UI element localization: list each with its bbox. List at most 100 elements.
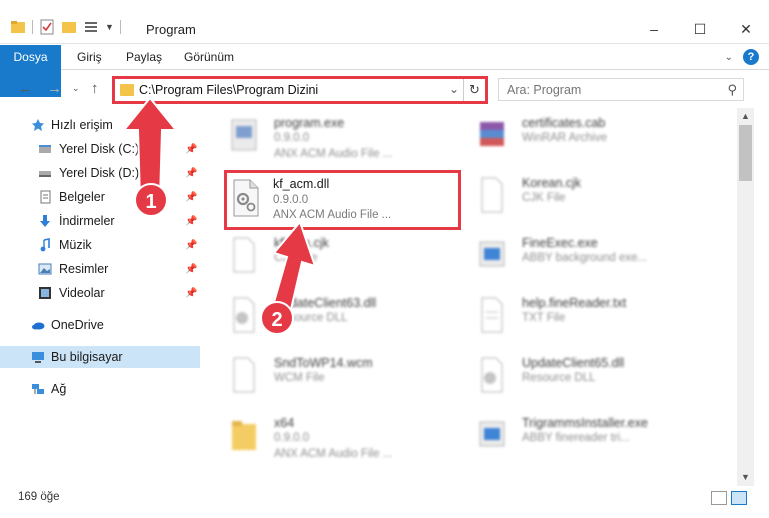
recent-locations-icon[interactable]: ⌄ <box>72 83 80 94</box>
sidebar-item-hizli-erisim[interactable]: Hızlı erişim <box>0 114 200 136</box>
scroll-down-icon[interactable]: ▼ <box>737 469 754 486</box>
star-icon <box>32 119 44 131</box>
drive-icon <box>39 171 51 177</box>
address-path[interactable]: C:\Program Files\Program Dizini <box>139 83 318 97</box>
window-controls: – ☐ ✕ <box>631 14 769 44</box>
expand-ribbon-icon[interactable]: ⌄ <box>725 52 733 63</box>
details-view-icon[interactable] <box>711 491 727 505</box>
executable-icon <box>479 241 505 267</box>
file-name: x64 <box>274 416 295 430</box>
item-count: 169 öğe <box>18 491 60 503</box>
file-item[interactable]: help.fineReader.txt TXT File <box>454 288 694 340</box>
folder-icon <box>120 84 134 96</box>
search-input[interactable] <box>499 79 709 100</box>
properties-icon[interactable] <box>39 19 55 35</box>
separator <box>119 20 121 34</box>
step-marker-2: 2 <box>260 301 294 335</box>
sidebar-item-yerel-disk-c[interactable]: Yerel Disk (C:) 📌 <box>0 138 200 160</box>
step-marker-1: 1 <box>134 183 168 217</box>
tab-giris[interactable]: Giriş <box>77 45 102 70</box>
chevron-down-icon[interactable]: ⌄ <box>449 82 459 96</box>
new-folder-icon[interactable] <box>61 19 77 35</box>
file-item[interactable]: UpdateClient63.dll Resource DLL <box>206 288 446 340</box>
pin-icon[interactable]: 📌 <box>185 168 197 179</box>
file-item[interactable]: TrigrammsInstaller.exe ABBY finereader t… <box>454 408 694 460</box>
file-description: ANX ACM Audio File ... <box>273 209 392 221</box>
file-type: CJK File <box>522 192 566 204</box>
back-arrow-icon[interactable]: ← <box>18 80 33 97</box>
pin-icon[interactable]: 📌 <box>185 264 197 275</box>
file-name: certificates.cab <box>522 116 606 130</box>
up-arrow-icon[interactable]: ↑ <box>91 80 99 97</box>
text-file-icon <box>481 297 503 333</box>
close-button[interactable]: ✕ <box>723 14 769 44</box>
file-version: 0.9.0.0 <box>273 194 309 206</box>
minimize-button[interactable]: – <box>631 14 677 44</box>
status-bar: 169 öğe <box>0 486 769 510</box>
sidebar-item-ag[interactable]: Ağ <box>0 378 200 400</box>
scroll-up-icon[interactable]: ▲ <box>737 108 754 125</box>
network-icon <box>32 384 44 394</box>
pin-icon[interactable]: 📌 <box>185 144 197 155</box>
executable-icon <box>479 421 505 447</box>
drive-icon <box>39 145 51 153</box>
search-icon[interactable]: ⚲ <box>727 82 737 98</box>
sidebar-item-label: Bu bilgisayar <box>51 350 123 364</box>
tab-paylas[interactable]: Paylaş <box>126 45 162 70</box>
help-button[interactable]: ? <box>743 49 759 65</box>
file-type: Resource DLL <box>522 372 596 384</box>
folder-icon <box>232 421 256 450</box>
navigation-bar: ← → ⌄ ↑ C:\Program Files\Program Dizini … <box>0 72 769 106</box>
sidebar-item-belgeler[interactable]: Belgeler 📌 <box>0 186 200 208</box>
scroll-thumb[interactable] <box>739 125 752 181</box>
sidebar-item-bu-bilgisayar[interactable]: Bu bilgisayar <box>0 346 200 368</box>
file-item[interactable]: FineExec.exe ABBY background exe... <box>454 228 694 280</box>
navigation-pane: Hızlı erişim Yerel Disk (C:) 📌 Yerel Dis… <box>0 108 200 483</box>
dll-icon <box>233 297 255 333</box>
customize-toolbar-icon[interactable] <box>83 19 99 35</box>
tab-gorunum[interactable]: Görünüm <box>184 45 234 70</box>
sidebar-item-videolar[interactable]: Videolar 📌 <box>0 282 200 304</box>
address-bar[interactable]: C:\Program Files\Program Dizini ⌄ ↻ <box>112 76 488 104</box>
file-name: SndToWP14.wcm <box>274 356 373 370</box>
maximize-button[interactable]: ☐ <box>677 14 723 44</box>
sidebar-item-yerel-disk-d[interactable]: Yerel Disk (D:) 📌 <box>0 162 200 184</box>
file-item[interactable]: UpdateClient65.dll Resource DLL <box>454 348 694 400</box>
file-item[interactable]: SndToWP14.wcm WCM File <box>206 348 446 400</box>
tiles-view-icon[interactable] <box>731 491 747 505</box>
vertical-scrollbar[interactable]: ▲ ▼ <box>737 108 754 486</box>
file-item[interactable]: program.exe 0.9.0.0 ANX ACM Audio File .… <box>206 108 446 160</box>
file-icon <box>481 177 503 213</box>
sidebar-item-label: İndirmeler <box>59 214 115 228</box>
highlighted-file-kf-acm-dll[interactable]: kf_acm.dll 0.9.0.0 ANX ACM Audio File ..… <box>224 170 461 230</box>
refresh-icon[interactable]: ↻ <box>463 79 485 101</box>
file-type: WCM File <box>274 372 325 384</box>
forward-arrow-icon[interactable]: → <box>47 80 62 97</box>
window-title: Program <box>146 22 196 37</box>
sidebar-item-indirmeler[interactable]: İndirmeler 📌 <box>0 210 200 232</box>
sidebar-item-resimler[interactable]: Resimler 📌 <box>0 258 200 280</box>
sidebar-item-muzik[interactable]: Müzik 📌 <box>0 234 200 256</box>
file-icon <box>233 357 255 393</box>
file-name: help.fineReader.txt <box>522 296 627 310</box>
pin-icon[interactable]: 📌 <box>185 288 197 299</box>
pin-icon[interactable]: 📌 <box>185 192 197 203</box>
chevron-down-icon[interactable]: ▼ <box>105 22 114 32</box>
ribbon-right: ⌄ ? <box>725 49 759 65</box>
pin-icon[interactable]: 📌 <box>185 216 197 227</box>
executable-icon <box>231 119 257 151</box>
file-description: ANX ACM Audio File ... <box>274 148 393 160</box>
quick-access-toolbar: ▼ <box>10 19 121 35</box>
sidebar-item-label: OneDrive <box>51 318 104 332</box>
search-box[interactable]: ⚲ <box>498 78 744 101</box>
sidebar-item-onedrive[interactable]: OneDrive <box>0 314 200 336</box>
file-item[interactable]: Korean.cjk CJK File <box>454 168 694 220</box>
file-name: Korean.cjk <box>522 176 582 190</box>
pin-icon[interactable]: 📌 <box>185 240 197 251</box>
file-item[interactable]: x64 0.9.0.0 ANX ACM Audio File ... <box>206 408 446 460</box>
file-item[interactable]: certificates.cab WinRAR Archive <box>454 108 694 160</box>
onedrive-icon <box>32 322 45 330</box>
file-item[interactable]: kfKorn.cjk CJK File <box>206 228 446 280</box>
sidebar-item-label: Ağ <box>51 382 67 396</box>
file-type: CJK File <box>274 252 318 264</box>
